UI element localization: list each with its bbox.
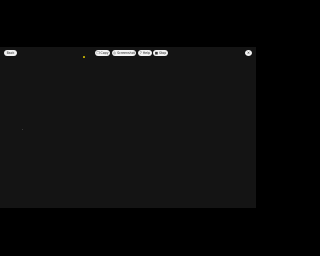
back-button-label: Back — [6, 51, 15, 55]
copy-button[interactable]: ❐ Copy — [95, 50, 110, 56]
screenshot-button-label: Screenshot — [117, 51, 135, 55]
remote-viewport[interactable]: Back ❐ Copy ◎ Screenshot ? Help ■ Stop ✕ — [0, 47, 256, 208]
screen-frame: Back ❐ Copy ◎ Screenshot ? Help ■ Stop ✕ — [0, 0, 256, 256]
close-icon: ✕ — [246, 51, 250, 55]
back-button[interactable]: Back — [4, 50, 17, 56]
background-speck — [22, 129, 23, 130]
screenshot-icon: ◎ — [113, 51, 117, 55]
copy-button-label: Copy — [100, 51, 109, 55]
stop-button-label: Stop — [158, 51, 167, 55]
close-button[interactable]: ✕ — [245, 50, 252, 56]
stop-icon: ■ — [154, 51, 158, 55]
screenshot-button[interactable]: ◎ Screenshot — [112, 50, 136, 56]
help-icon: ? — [139, 51, 142, 55]
help-button-label: Help — [142, 51, 151, 55]
copy-icon: ❐ — [96, 51, 100, 55]
stop-button[interactable]: ■ Stop — [153, 50, 168, 56]
cursor-indicator — [83, 56, 85, 58]
help-button[interactable]: ? Help — [138, 50, 152, 56]
